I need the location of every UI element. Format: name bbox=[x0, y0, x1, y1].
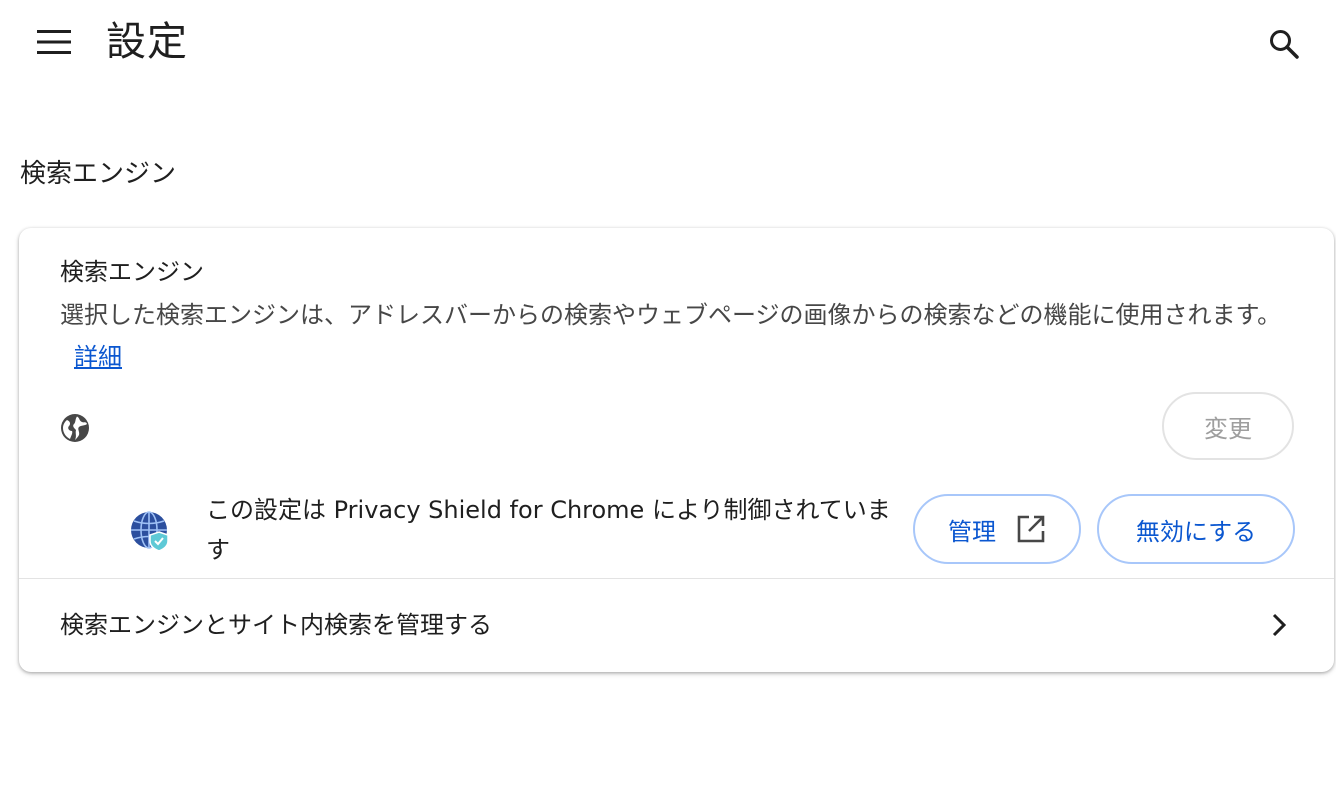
learn-more-link[interactable]: 詳細 bbox=[74, 343, 122, 371]
top-toolbar: 設定 bbox=[0, 0, 1336, 88]
change-button[interactable]: 変更 bbox=[1162, 392, 1294, 460]
chevron-right-icon bbox=[1272, 613, 1287, 637]
globe-icon bbox=[61, 414, 89, 442]
extension-control-notice: この設定は Privacy Shield for Chrome により制御されて… bbox=[206, 496, 891, 564]
card-description: 選択した検索エンジンは、アドレスバーからの検索やウェブページの画像からの検索など… bbox=[60, 294, 1290, 378]
manage-search-engines-label: 検索エンジンとサイト内検索を管理する bbox=[60, 611, 492, 639]
disable-extension-button[interactable]: 無効にする bbox=[1097, 494, 1295, 564]
search-icon bbox=[1270, 30, 1299, 59]
search-engine-card: 検索エンジン 選択した検索エンジンは、アドレスバーからの検索やウェブページの画像… bbox=[19, 228, 1334, 672]
section-heading: 検索エンジン bbox=[20, 159, 177, 189]
page-title: 設定 bbox=[106, 19, 188, 65]
manage-extension-button[interactable]: 管理 bbox=[913, 494, 1081, 564]
card-title: 検索エンジン bbox=[60, 258, 204, 286]
manage-search-engines-row[interactable]: 検索エンジンとサイト内検索を管理する bbox=[19, 579, 1334, 672]
privacy-shield-extension-icon bbox=[131, 511, 169, 552]
main-menu-button[interactable] bbox=[30, 22, 78, 62]
search-settings-button[interactable] bbox=[1262, 22, 1306, 66]
hamburger-menu-icon bbox=[37, 30, 71, 54]
manage-button-label: 管理 bbox=[948, 517, 996, 546]
open-in-new-icon bbox=[1017, 515, 1045, 543]
description-text: 選択した検索エンジンは、アドレスバーからの検索やウェブページの画像からの検索など… bbox=[60, 301, 1282, 329]
